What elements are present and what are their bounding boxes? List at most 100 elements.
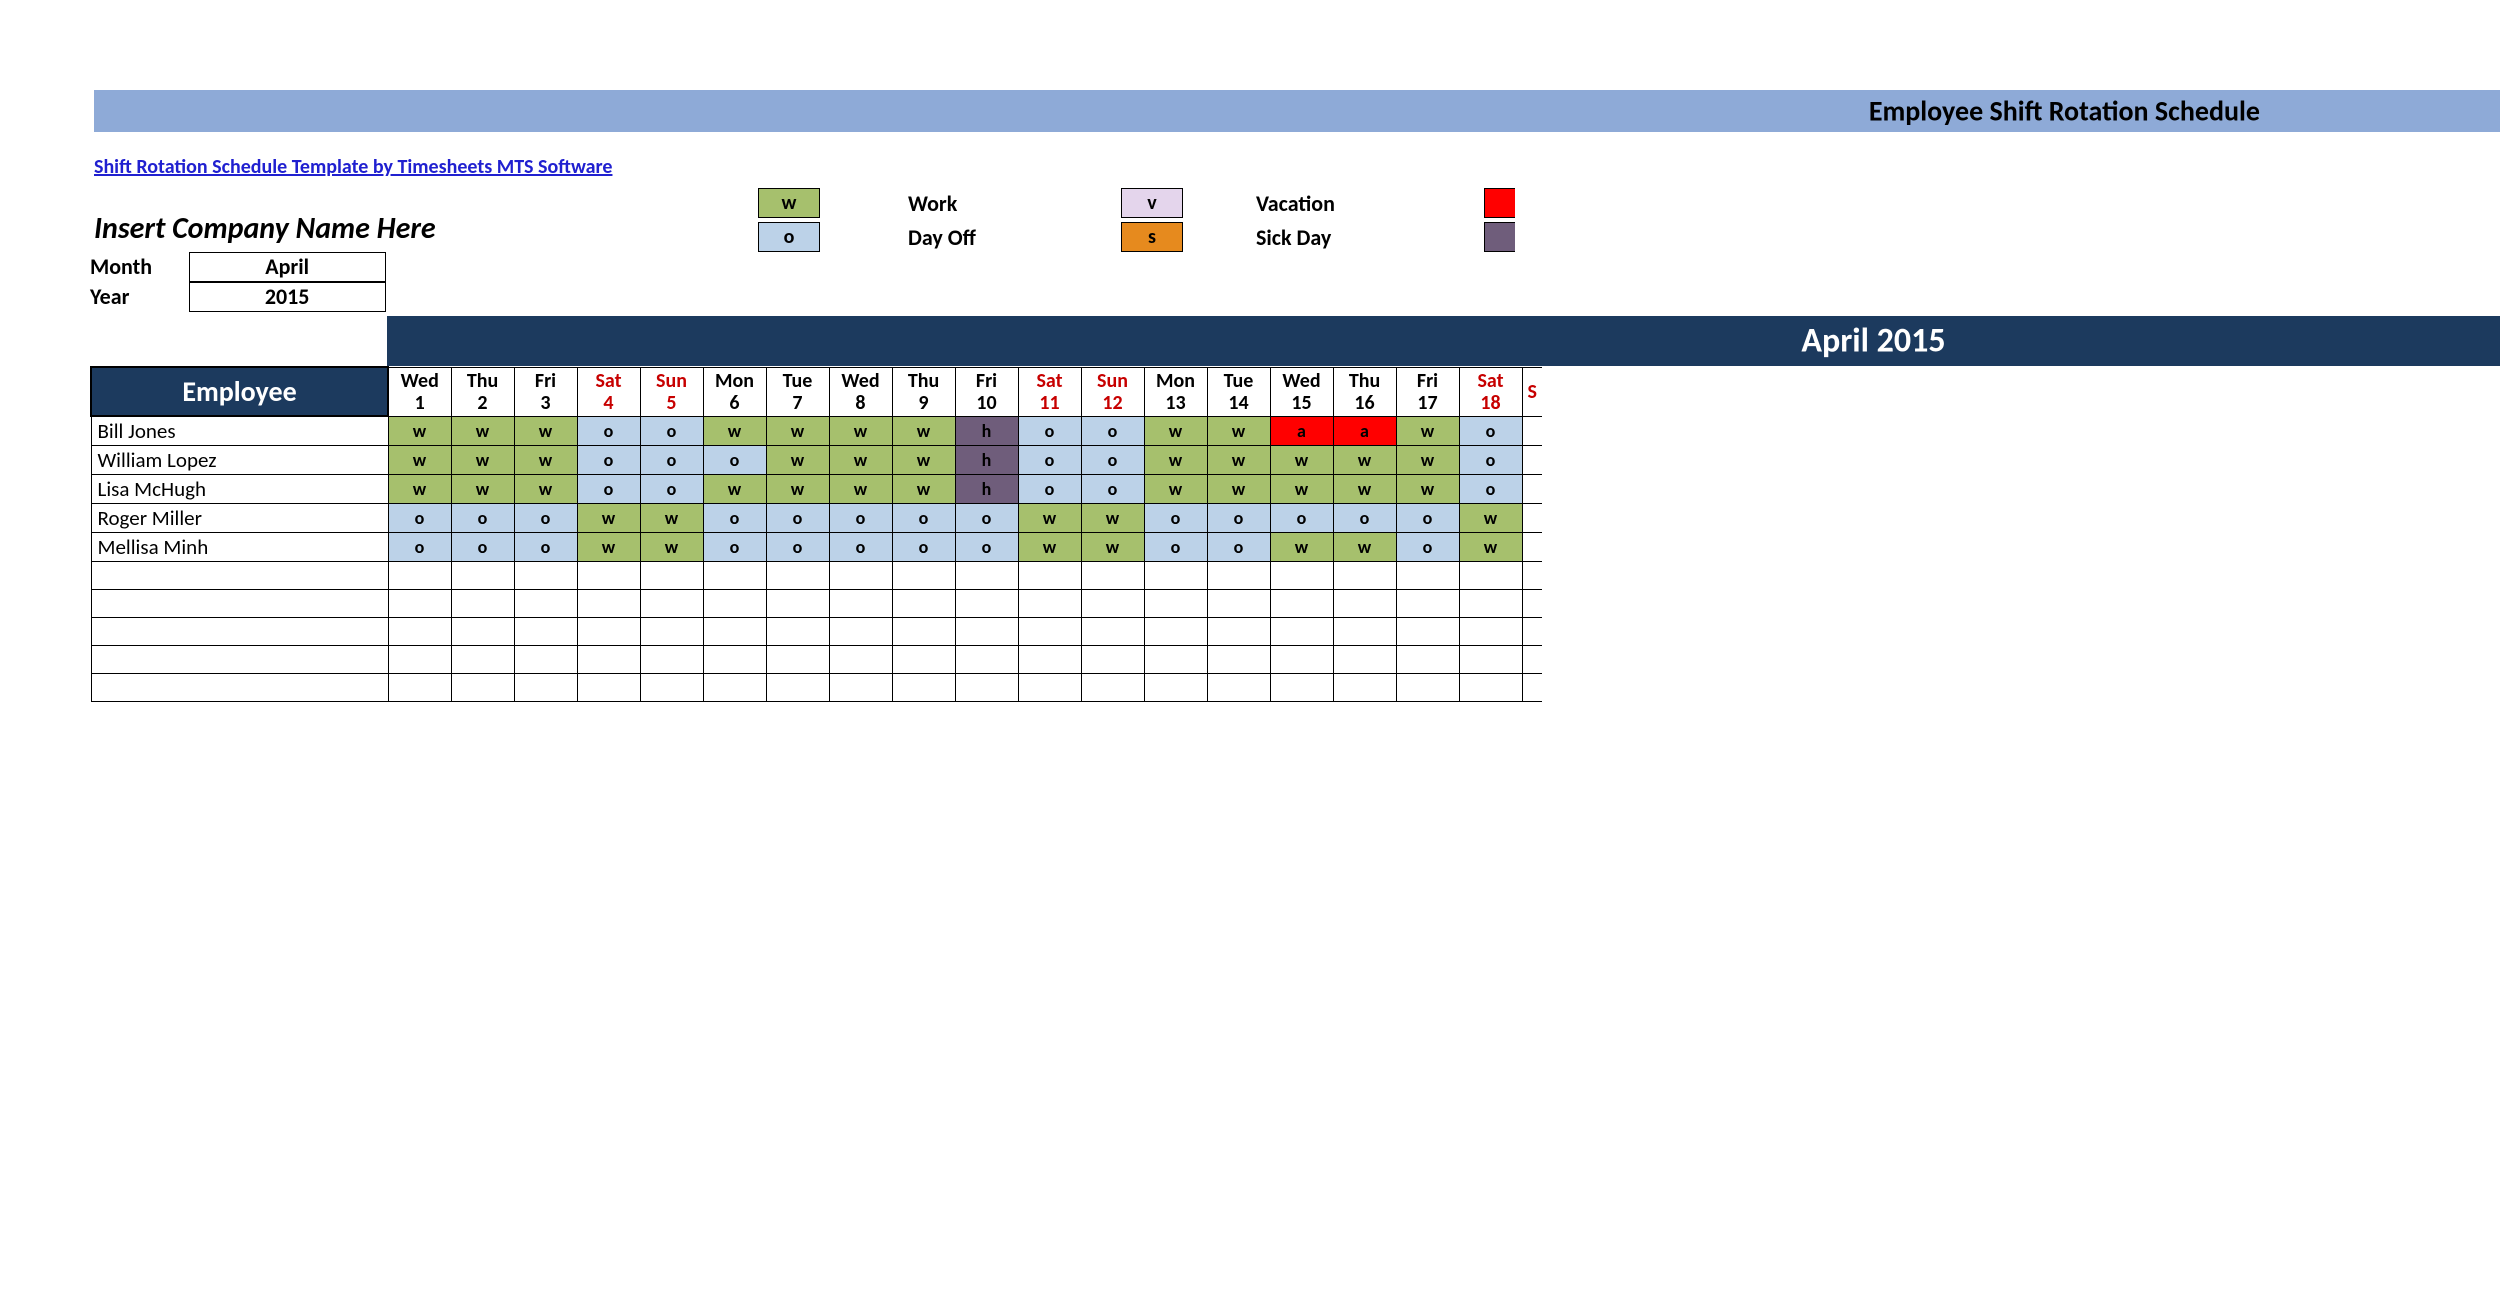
shift-cell[interactable]: w [451, 446, 514, 475]
shift-cell[interactable]: o [1459, 475, 1522, 504]
shift-cell-empty[interactable] [514, 562, 577, 590]
shift-cell[interactable]: w [703, 416, 766, 446]
shift-cell[interactable] [1522, 504, 1542, 533]
company-name[interactable]: Insert Company Name Here [94, 210, 436, 247]
shift-cell[interactable]: w [892, 475, 955, 504]
shift-cell-empty[interactable] [640, 562, 703, 590]
shift-cell-empty[interactable] [1081, 590, 1144, 618]
shift-cell-empty[interactable] [1333, 674, 1396, 702]
shift-cell-empty[interactable] [703, 590, 766, 618]
shift-cell-empty[interactable] [640, 674, 703, 702]
shift-cell-empty[interactable] [1459, 646, 1522, 674]
shift-cell[interactable]: h [955, 446, 1018, 475]
shift-cell-empty[interactable] [1333, 590, 1396, 618]
shift-cell-empty[interactable] [1207, 590, 1270, 618]
shift-cell[interactable]: w [1018, 533, 1081, 562]
shift-cell-empty[interactable] [1018, 618, 1081, 646]
shift-cell-empty[interactable] [1396, 646, 1459, 674]
shift-cell-empty[interactable] [451, 674, 514, 702]
shift-cell-empty[interactable] [829, 618, 892, 646]
shift-cell[interactable]: w [1333, 446, 1396, 475]
shift-cell-empty[interactable] [388, 674, 451, 702]
shift-cell[interactable]: w [1396, 416, 1459, 446]
shift-cell-empty[interactable] [766, 646, 829, 674]
shift-cell[interactable]: w [766, 475, 829, 504]
shift-cell-empty[interactable] [1396, 590, 1459, 618]
shift-cell-empty[interactable] [1522, 562, 1542, 590]
employee-name-empty[interactable] [91, 618, 388, 646]
shift-cell-empty[interactable] [1522, 674, 1542, 702]
shift-cell-empty[interactable] [1081, 562, 1144, 590]
shift-cell[interactable]: o [703, 446, 766, 475]
shift-cell[interactable]: o [1144, 504, 1207, 533]
shift-cell-empty[interactable] [1018, 562, 1081, 590]
shift-cell[interactable]: o [1081, 416, 1144, 446]
shift-cell-empty[interactable] [388, 590, 451, 618]
shift-cell[interactable]: h [955, 416, 1018, 446]
shift-cell-empty[interactable] [1459, 618, 1522, 646]
shift-cell-empty[interactable] [514, 646, 577, 674]
shift-cell[interactable]: o [388, 504, 451, 533]
shift-cell-empty[interactable] [577, 618, 640, 646]
shift-cell-empty[interactable] [829, 674, 892, 702]
shift-cell[interactable]: o [640, 446, 703, 475]
shift-cell-empty[interactable] [1333, 562, 1396, 590]
shift-cell[interactable]: w [388, 416, 451, 446]
shift-cell[interactable]: w [829, 475, 892, 504]
shift-cell[interactable]: w [1396, 475, 1459, 504]
shift-cell-empty[interactable] [703, 674, 766, 702]
shift-cell[interactable]: o [955, 504, 1018, 533]
shift-cell-empty[interactable] [388, 646, 451, 674]
employee-name[interactable]: Mellisa Minh [91, 533, 388, 562]
shift-cell[interactable]: w [640, 504, 703, 533]
shift-cell-empty[interactable] [766, 562, 829, 590]
shift-cell-empty[interactable] [1207, 562, 1270, 590]
shift-cell[interactable]: o [766, 533, 829, 562]
shift-cell[interactable]: w [1207, 446, 1270, 475]
shift-cell-empty[interactable] [766, 590, 829, 618]
shift-cell[interactable]: w [388, 475, 451, 504]
shift-cell[interactable]: w [514, 416, 577, 446]
shift-cell[interactable]: w [388, 446, 451, 475]
shift-cell-empty[interactable] [955, 562, 1018, 590]
shift-cell[interactable]: w [1333, 475, 1396, 504]
shift-cell[interactable]: o [955, 533, 1018, 562]
shift-cell[interactable]: w [577, 504, 640, 533]
shift-cell-empty[interactable] [1396, 562, 1459, 590]
shift-cell-empty[interactable] [829, 562, 892, 590]
shift-cell[interactable]: w [829, 446, 892, 475]
shift-cell-empty[interactable] [514, 618, 577, 646]
shift-cell[interactable]: o [829, 533, 892, 562]
shift-cell-empty[interactable] [640, 618, 703, 646]
shift-cell-empty[interactable] [1270, 646, 1333, 674]
shift-cell-empty[interactable] [451, 590, 514, 618]
employee-name-empty[interactable] [91, 590, 388, 618]
shift-cell-empty[interactable] [1459, 674, 1522, 702]
shift-cell[interactable]: w [892, 446, 955, 475]
shift-cell[interactable]: o [1207, 533, 1270, 562]
shift-cell[interactable] [1522, 533, 1542, 562]
shift-cell[interactable]: w [1270, 446, 1333, 475]
employee-name-empty[interactable] [91, 674, 388, 702]
shift-cell-empty[interactable] [577, 674, 640, 702]
employee-name-empty[interactable] [91, 646, 388, 674]
shift-cell[interactable]: w [766, 416, 829, 446]
shift-cell-empty[interactable] [1081, 674, 1144, 702]
shift-cell-empty[interactable] [1081, 618, 1144, 646]
shift-cell-empty[interactable] [1207, 674, 1270, 702]
shift-cell-empty[interactable] [451, 646, 514, 674]
employee-name[interactable]: Bill Jones [91, 416, 388, 446]
shift-cell-empty[interactable] [955, 646, 1018, 674]
shift-cell-empty[interactable] [766, 674, 829, 702]
shift-cell[interactable]: o [577, 446, 640, 475]
shift-cell[interactable]: o [1018, 446, 1081, 475]
shift-cell[interactable]: w [1207, 475, 1270, 504]
shift-cell-empty[interactable] [955, 674, 1018, 702]
shift-cell-empty[interactable] [1270, 562, 1333, 590]
shift-cell[interactable]: o [1270, 504, 1333, 533]
shift-cell[interactable]: w [703, 475, 766, 504]
employee-name[interactable]: Roger Miller [91, 504, 388, 533]
shift-cell[interactable]: w [1270, 533, 1333, 562]
shift-cell-empty[interactable] [1018, 674, 1081, 702]
shift-cell[interactable]: o [1081, 446, 1144, 475]
